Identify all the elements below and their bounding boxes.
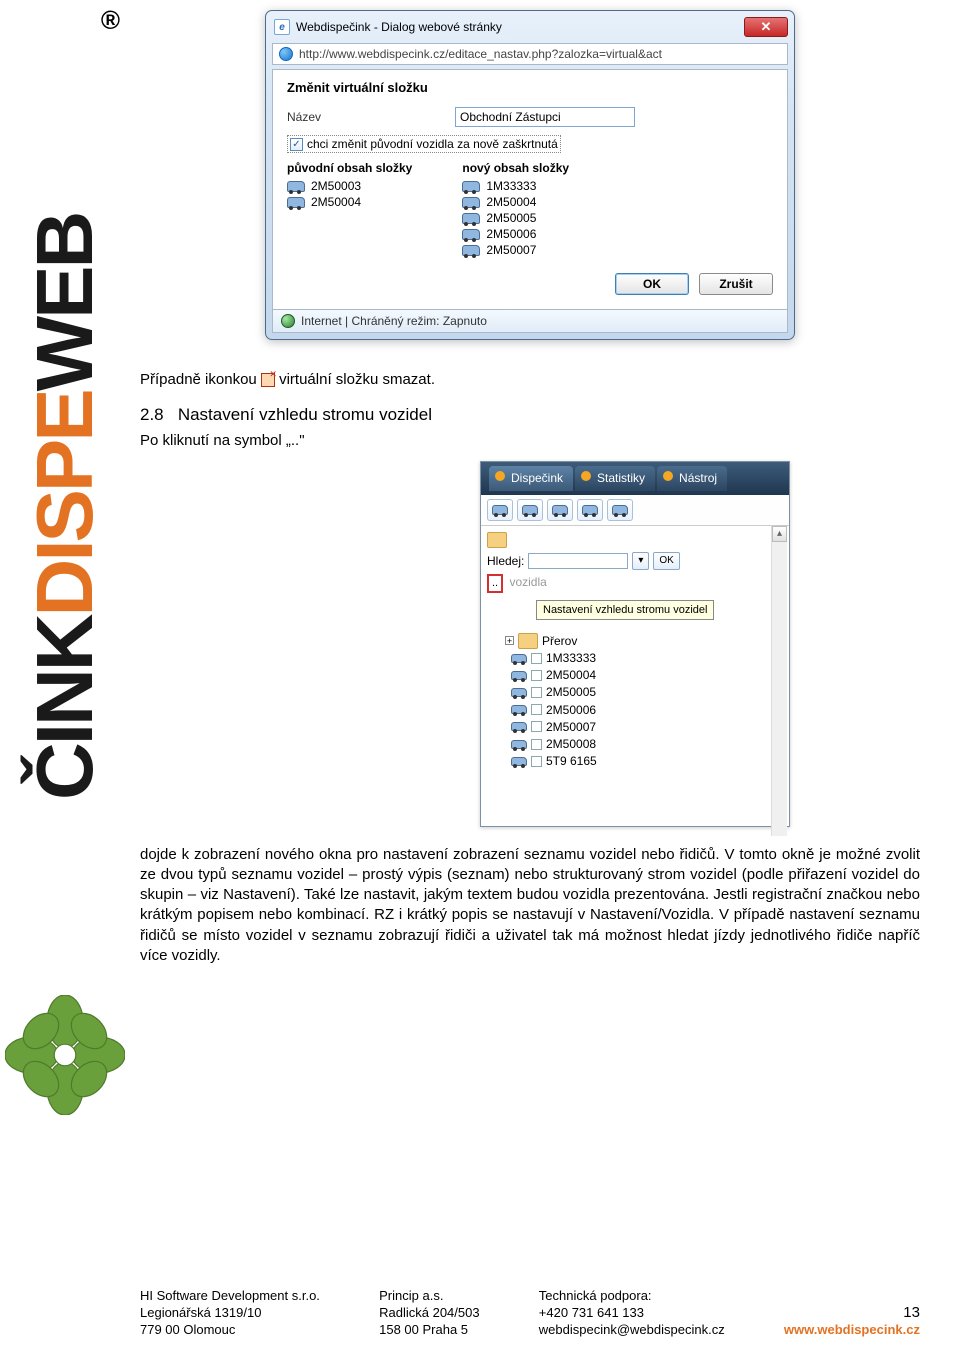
- internet-zone-icon: [281, 314, 295, 328]
- tree-item[interactable]: 5T9 6165: [511, 753, 771, 769]
- checkbox[interactable]: [531, 670, 542, 681]
- tree-item[interactable]: 1M33333: [511, 650, 771, 666]
- car-icon: [462, 197, 480, 208]
- dialog-window: e Webdispečink - Dialog webové stránky ✕…: [265, 10, 795, 340]
- app-panel: Dispečink Statistiky Nástroj Hledej: ▾ O…: [480, 461, 790, 826]
- car-icon: [462, 181, 480, 192]
- paragraph: dojde k zobrazení nového okna pro nastav…: [140, 845, 920, 967]
- dialog-url: http://www.webdispecink.cz/editace_nasta…: [299, 47, 662, 61]
- registered-mark: ®: [101, 5, 120, 36]
- ie-icon: [279, 47, 293, 61]
- tree-settings-symbol[interactable]: ..: [487, 574, 503, 593]
- tree-item[interactable]: 2M50004: [511, 667, 771, 683]
- logo-flower-icon: [5, 995, 125, 1115]
- page-footer: HI Software Development s.r.o. Legionářs…: [0, 1288, 960, 1339]
- car-icon: [511, 740, 527, 749]
- tool-button[interactable]: [547, 499, 573, 521]
- footer-partner: Princip a.s. Radlická 204/503 158 00 Pra…: [379, 1288, 479, 1339]
- tool-button[interactable]: [577, 499, 603, 521]
- car-icon: [462, 245, 480, 256]
- tool-button[interactable]: [517, 499, 543, 521]
- tool-button[interactable]: [487, 499, 513, 521]
- tab-nastroj[interactable]: Nástroj: [657, 466, 727, 490]
- folder-icon: [518, 633, 538, 649]
- list-item: 2M50006: [462, 227, 569, 241]
- checkbox[interactable]: [531, 739, 542, 750]
- col1-heading: původní obsah složky: [287, 161, 412, 175]
- dialog-statusbar: Internet | Chráněný režim: Zapnuto: [272, 309, 788, 333]
- car-icon: [511, 671, 527, 680]
- footer-support: Technická podpora: +420 731 641 133 webd…: [539, 1288, 725, 1339]
- tab-dispecink[interactable]: Dispečink: [489, 466, 573, 490]
- checkbox[interactable]: [531, 687, 542, 698]
- car-icon: [511, 705, 527, 714]
- panel-toolbar: [481, 495, 789, 526]
- panel-tabs: Dispečink Statistiky Nástroj: [481, 462, 789, 494]
- car-icon: [511, 722, 527, 731]
- dialog-heading: Změnit virtuální složku: [287, 80, 773, 95]
- list-item: 2M50005: [462, 211, 569, 225]
- name-label: Název: [287, 110, 447, 124]
- dialog-title: Webdispečink - Dialog webové stránky: [296, 20, 744, 34]
- delete-folder-icon: [261, 373, 275, 387]
- checkbox[interactable]: [531, 721, 542, 732]
- ok-button[interactable]: OK: [615, 273, 689, 295]
- vozidla-label: vozidla: [509, 575, 546, 589]
- ie-page-icon: e: [274, 19, 290, 35]
- tree-item[interactable]: 2M50007: [511, 719, 771, 735]
- col2-heading: nový obsah složky: [462, 161, 569, 175]
- name-input[interactable]: [455, 107, 635, 127]
- brand-logo: ® ČINKDISPEWEB: [0, 0, 130, 1100]
- section-heading: 2.8 Nastavení vzhledu stromu vozidel: [140, 404, 920, 427]
- logo-text: ČINKDISPEWEB: [25, 214, 105, 800]
- checkbox[interactable]: [531, 653, 542, 664]
- tree-folder[interactable]: + Přerov: [505, 633, 771, 649]
- checkbox[interactable]: [531, 704, 542, 715]
- search-label: Hledej:: [487, 553, 524, 569]
- list-item: 2M50004: [462, 195, 569, 209]
- car-icon: [287, 181, 305, 192]
- page-number: 13: [784, 1303, 920, 1323]
- tree-item[interactable]: 2M50008: [511, 736, 771, 752]
- replace-checkbox[interactable]: ✓: [290, 138, 303, 151]
- tree-item[interactable]: 2M50006: [511, 702, 771, 718]
- search-dropdown[interactable]: ▾: [632, 552, 649, 570]
- tab-statistiky[interactable]: Statistiky: [575, 466, 655, 490]
- footer-company: HI Software Development s.r.o. Legionářs…: [140, 1288, 320, 1339]
- list-item: 2M50007: [462, 243, 569, 257]
- list-item: 2M50003: [287, 179, 412, 193]
- car-icon: [462, 229, 480, 240]
- website-link[interactable]: www.webdispecink.cz: [784, 1322, 920, 1339]
- tree-item[interactable]: 2M50005: [511, 684, 771, 700]
- replace-checkbox-label: chci změnit původní vozidla za nově zašk…: [307, 137, 558, 151]
- paragraph: Po kliknutí na symbol „..": [140, 431, 920, 451]
- car-icon: [511, 757, 527, 766]
- search-ok-button[interactable]: OK: [653, 552, 679, 570]
- paragraph: Případně ikonkou virtuální složku smazat…: [140, 370, 920, 390]
- expand-icon[interactable]: +: [505, 636, 514, 645]
- dialog-titlebar: e Webdispečink - Dialog webové stránky ✕: [266, 11, 794, 41]
- list-item: 1M33333: [462, 179, 569, 193]
- dialog-url-bar: http://www.webdispecink.cz/editace_nasta…: [272, 43, 788, 65]
- car-icon: [511, 688, 527, 697]
- car-icon: [462, 213, 480, 224]
- car-icon: [287, 197, 305, 208]
- folder-icon: [487, 532, 507, 548]
- close-button[interactable]: ✕: [744, 17, 788, 37]
- cancel-button[interactable]: Zrušit: [699, 273, 773, 295]
- replace-checkbox-wrap[interactable]: ✓ chci změnit původní vozidla za nově za…: [287, 135, 561, 153]
- scrollbar[interactable]: [771, 526, 787, 836]
- list-item: 2M50004: [287, 195, 412, 209]
- status-text: Internet | Chráněný režim: Zapnuto: [301, 314, 487, 328]
- car-icon: [511, 654, 527, 663]
- search-input[interactable]: [528, 553, 628, 569]
- checkbox[interactable]: [531, 756, 542, 767]
- tooltip: Nastavení vzhledu stromu vozidel: [536, 600, 714, 621]
- tool-button[interactable]: [607, 499, 633, 521]
